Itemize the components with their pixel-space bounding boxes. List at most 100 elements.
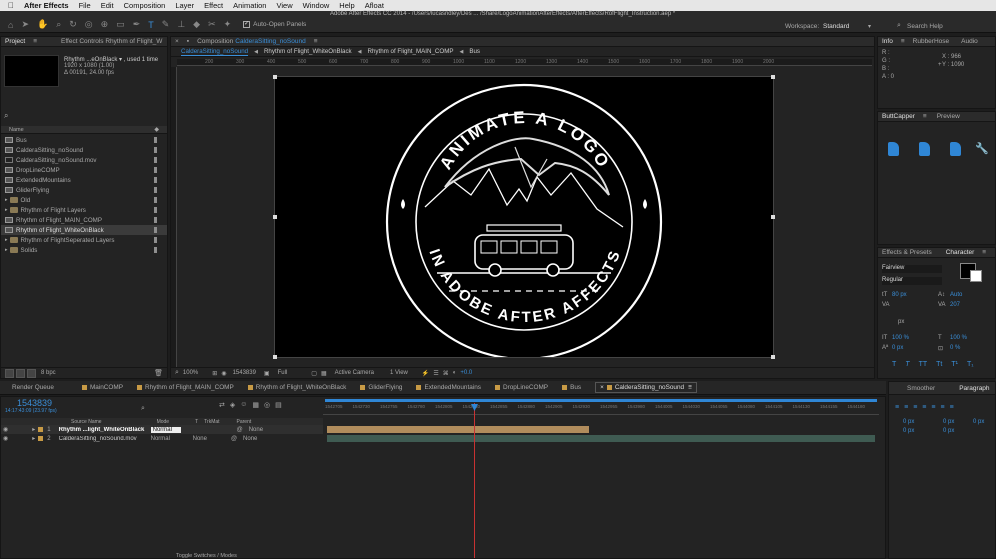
font-family-select[interactable]: Fairview [882,265,942,273]
column-trkmat[interactable]: TrkMat [204,419,219,425]
trkmat-select[interactable]: None [193,436,207,442]
list-item[interactable]: CalderaSitting_noSound [1,145,167,155]
projecting-cap-icon[interactable] [950,142,961,156]
timeline-icon[interactable]: ☰ [433,370,438,377]
exposure-value[interactable]: +0.0 [460,370,472,376]
tab-effect-controls[interactable]: Effect Controls Rhythm of Flight_W [61,38,162,45]
selection-handle[interactable] [771,75,775,79]
faux-italic-button[interactable]: T [905,361,909,368]
tab-render-queue[interactable]: Render Queue [12,384,54,391]
auto-open-checkbox[interactable]: ✓ [243,21,251,28]
subscript-button[interactable]: T₁ [967,361,974,368]
tab-rhythm-main-comp[interactable]: Rhythm of Flight_MAIN_COMP [136,384,234,391]
menu-icon[interactable]: ≡ [901,38,905,45]
frame-blending-icon[interactable]: ▦ [252,401,259,409]
all-caps-button[interactable]: TT [919,361,928,368]
wrench-icon[interactable]: 🔧 [975,142,989,156]
zoom-tool-icon[interactable]: ⌕ [56,19,61,30]
blend-mode-select[interactable]: Normal [150,426,181,433]
leading-value[interactable]: Auto [950,292,962,298]
tab-maincomp[interactable]: MainCOMP [81,384,123,391]
menu-afloat[interactable]: Afloat [365,1,384,10]
selection-handle[interactable] [771,215,775,219]
breadcrumb-item[interactable]: CalderaSitting_noSound [181,48,249,56]
list-item[interactable]: ▸ Rhythm of Flight Layers [1,205,167,215]
snapshot-icon[interactable]: ▣ [264,370,270,377]
draft-3d-icon[interactable]: ◈ [230,401,235,409]
menu-layer[interactable]: Layer [175,1,194,10]
align-left-icon[interactable]: ≡ [895,404,899,411]
puppet-tool-icon[interactable]: ✦ [224,19,232,30]
grid-icon[interactable]: ⊞ [212,370,217,377]
tab-info[interactable]: Info [882,38,893,45]
menu-help[interactable]: Help [339,1,354,10]
region-of-interest-icon[interactable]: ▢ [311,370,317,377]
pen-tool-icon[interactable]: ✒ [133,19,141,30]
column-t[interactable]: T [195,419,198,425]
menu-icon[interactable]: ≡ [688,384,692,391]
tab-buttcapper[interactable]: ButtCapper [882,113,915,120]
selection-handle[interactable] [273,75,277,79]
menu-icon[interactable]: ≡ [314,38,318,45]
tab-audio[interactable]: Audio [961,38,978,45]
line-units-select[interactable]: px [898,319,904,325]
align-center-icon[interactable]: ≡ [904,404,908,411]
tab-character[interactable]: Character [946,249,975,256]
list-item[interactable]: ▸ Rhythm of FlightSeperated Layers [1,235,167,245]
indent-right-value[interactable]: 0 px [943,419,954,425]
font-size-value[interactable]: 80 px [892,292,907,298]
list-item[interactable]: ▸ Old [1,195,167,205]
mask-tool-icon[interactable]: ▭ [116,19,125,30]
pan-behind-tool-icon[interactable]: ⊕ [101,19,109,30]
column-parent[interactable]: Parent [237,419,252,425]
table-row[interactable]: ◉ ▸ 2 CalderaSitting_noSound.mov Normal … [1,434,323,443]
brush-tool-icon[interactable]: ✎ [162,19,170,30]
superscript-button[interactable]: T¹ [951,361,958,368]
time-ruler[interactable]: 1542705 1542730 1542755 1542780 1542805 15428… [323,403,879,415]
comp-mini-flowchart-icon[interactable]: ⇄ [219,401,225,409]
rotate-tool-icon[interactable]: ↻ [69,19,77,30]
faux-bold-button[interactable]: T [892,361,896,368]
layer-name[interactable]: Rhythm ...light_WhiteOnBlack [59,427,145,433]
column-mode[interactable]: Mode [157,419,170,425]
menu-window[interactable]: Window [303,1,330,10]
parent-pickwhip-icon[interactable]: @ [237,427,243,433]
round-cap-icon[interactable] [919,142,930,156]
apple-icon[interactable]:  [8,1,14,10]
interpret-footage-icon[interactable] [5,368,14,378]
table-row[interactable]: ◉ ▸ 1 Rhythm ...light_WhiteOnBlack Norma… [1,425,323,434]
menu-view[interactable]: View [276,1,292,10]
menu-app-name[interactable]: After Effects [24,1,69,10]
home-icon[interactable]: ⌂ [8,20,13,30]
view-layout-select[interactable]: 1 View [390,370,408,376]
search-help-input[interactable]: Search Help [907,23,943,30]
tab-paragraph[interactable]: Paragraph [959,385,989,392]
workspace-select[interactable]: Standard [823,23,849,30]
type-tool-icon[interactable]: T [148,20,154,30]
resolution-select[interactable]: Full [278,370,288,376]
layer-name[interactable]: CalderaSitting_noSound.mov [59,436,145,442]
menu-icon[interactable]: ≡ [923,113,927,120]
vertical-scale-value[interactable]: 100 % [892,335,909,341]
flowchart-icon[interactable]: ⌘ [443,370,449,377]
playhead[interactable] [474,403,475,558]
eraser-tool-icon[interactable]: ◆ [193,19,200,30]
roto-tool-icon[interactable]: ✂ [208,19,216,30]
layer-duration-bar[interactable] [327,435,875,442]
breadcrumb-item[interactable]: Rhythm of Flight_MAIN_COMP [368,48,454,55]
selection-handle[interactable] [771,355,775,359]
justify-right-icon[interactable]: ≡ [940,404,944,411]
camera-select[interactable]: Active Camera [335,370,374,376]
tab-drop-line-comp[interactable]: DropLineCOMP [494,384,548,391]
current-time[interactable]: 1543839 [233,370,256,376]
timeline-timecode[interactable]: 1543839 [17,398,52,408]
composition-canvas[interactable]: ANIMATE A LOGO IN ADOBE AFTER AFFECTS [273,75,775,359]
new-composition-icon[interactable] [27,368,36,378]
tab-rhythm-white-on-black[interactable]: Rhythm of Flight_WhiteOnBlack [247,384,346,391]
list-item[interactable]: Bus [1,135,167,145]
trash-icon[interactable]: 🗑 [154,369,163,377]
horizontal-scale-value[interactable]: 100 % [950,335,967,341]
list-item[interactable]: CalderaSitting_noSound.mov [1,155,167,165]
stroke-color-swatch[interactable] [970,270,982,282]
selection-handle[interactable] [273,215,277,219]
